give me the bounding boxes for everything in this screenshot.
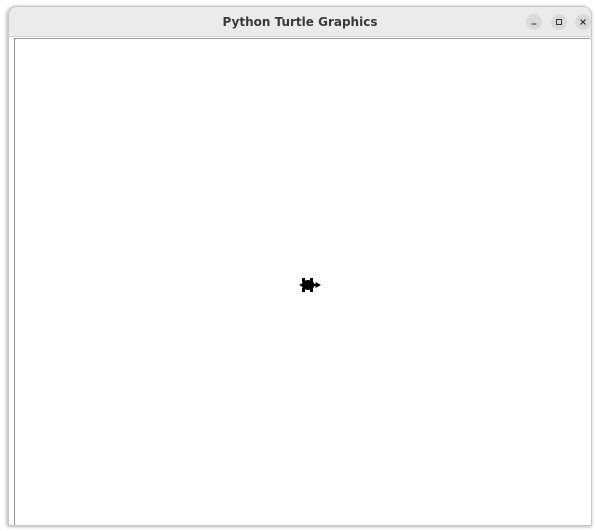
maximize-icon xyxy=(556,19,562,25)
window-title: Python Turtle Graphics xyxy=(222,15,378,29)
title-bar[interactable]: Python Turtle Graphics xyxy=(9,7,591,37)
turtle-window: Python Turtle Graphics xyxy=(8,6,592,526)
turtle-icon xyxy=(299,278,321,292)
close-icon xyxy=(580,19,586,25)
minimize-button[interactable] xyxy=(526,14,542,30)
close-button[interactable] xyxy=(575,14,591,30)
minimize-icon xyxy=(531,23,537,25)
maximize-button[interactable] xyxy=(551,14,567,30)
turtle-canvas[interactable] xyxy=(14,38,590,525)
